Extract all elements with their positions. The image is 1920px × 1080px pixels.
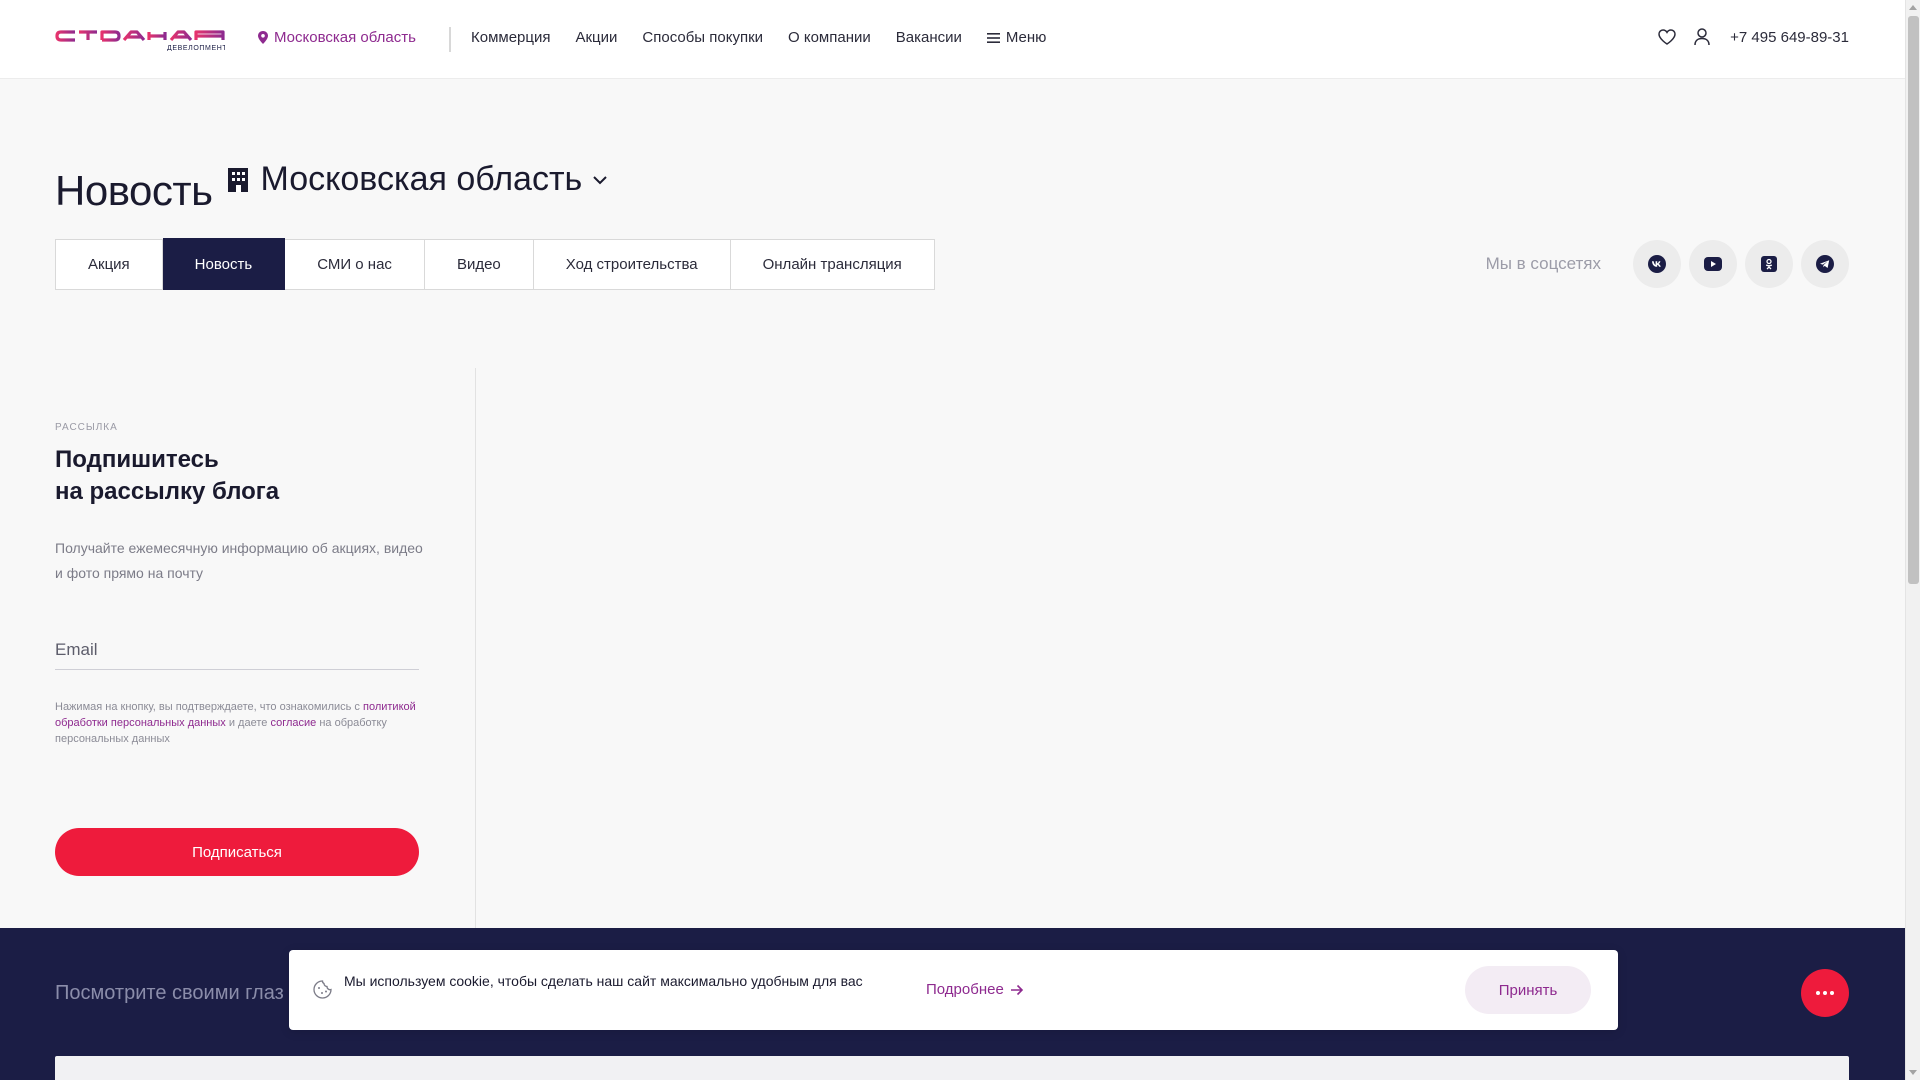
youtube-icon bbox=[1704, 257, 1722, 271]
nav-item-promotions[interactable]: Акции bbox=[575, 29, 617, 46]
dot-icon bbox=[1830, 991, 1834, 995]
newsletter-title-line2: на рассылку блога bbox=[55, 478, 280, 505]
newsletter-title-line1: Подпишитесь bbox=[55, 446, 219, 473]
phone-link[interactable]: +7 495 649-89-31 bbox=[1730, 29, 1849, 46]
scroll-thumb[interactable] bbox=[1908, 16, 1919, 584]
favorites-heart-icon[interactable] bbox=[1658, 29, 1676, 45]
tab-media[interactable]: СМИ о нас bbox=[285, 239, 425, 290]
location-pin-icon bbox=[258, 31, 268, 44]
telegram-link[interactable] bbox=[1801, 240, 1849, 288]
page-heading: Новость Московская область bbox=[55, 160, 608, 215]
svg-text:ДЕВЕЛОПМЕНТ: ДЕВЕЛОПМЕНТ bbox=[167, 45, 225, 51]
newsletter-description: Получайте ежемесячную информацию об акци… bbox=[55, 540, 423, 581]
menu-button[interactable]: Меню bbox=[986, 29, 1072, 46]
page-title: Новость bbox=[55, 167, 213, 214]
consent-link[interactable]: согласие bbox=[270, 717, 316, 729]
nav-item-vacancies[interactable]: Вакансии bbox=[896, 29, 962, 46]
odnoklassniki-link[interactable] bbox=[1745, 240, 1793, 288]
dot-icon bbox=[1816, 991, 1820, 995]
legal-prefix: Нажимая на кнопку, вы подтверждаете, что… bbox=[55, 701, 360, 713]
nav-item-purchase-methods[interactable]: Способы покупки bbox=[642, 29, 763, 46]
header-actions: +7 495 649-89-31 bbox=[1658, 28, 1849, 46]
odnoklassniki-icon bbox=[1761, 256, 1777, 272]
nav-item-about[interactable]: О компании bbox=[788, 29, 871, 46]
menu-label: Меню bbox=[1005, 29, 1047, 46]
user-profile-icon[interactable] bbox=[1694, 28, 1710, 46]
youtube-link[interactable] bbox=[1689, 240, 1737, 288]
tab-news[interactable]: Новость bbox=[162, 238, 286, 290]
cookie-banner: Мы используем cookie, чтобы сделать наш … bbox=[289, 950, 1618, 1030]
social-label: Мы в соцсетях bbox=[1485, 254, 1601, 273]
cookie-icon bbox=[313, 980, 332, 999]
social-links: Мы в соцсетях bbox=[1486, 240, 1849, 288]
tab-video[interactable]: Видео bbox=[424, 239, 534, 290]
building-icon bbox=[227, 167, 248, 192]
subscribe-button[interactable]: Подписаться bbox=[55, 828, 419, 876]
region-selector[interactable]: Московская область bbox=[258, 29, 416, 46]
header-divider bbox=[449, 27, 451, 52]
tab-live-stream[interactable]: Онлайн трансляция bbox=[730, 239, 935, 290]
newsletter-section: РАССЫЛКА Подпишитесь на рассылку блога П… bbox=[0, 368, 476, 928]
cookie-accept-button[interactable]: Принять bbox=[1465, 966, 1591, 1014]
region-label: Московская область bbox=[274, 29, 416, 46]
tab-promo[interactable]: Акция bbox=[55, 239, 163, 290]
vk-icon bbox=[1648, 255, 1666, 273]
legal-mid: и даете bbox=[228, 717, 268, 729]
category-tabs: Акция Новость СМИ о нас Видео Ход строит… bbox=[55, 238, 935, 290]
site-header: ДЕВЕЛОПМЕНТ Московская область Коммерция… bbox=[0, 0, 1905, 79]
more-options-button[interactable] bbox=[1801, 969, 1849, 1017]
telegram-icon bbox=[1816, 255, 1834, 273]
main-nav: Коммерция Акции Способы покупки О компан… bbox=[471, 29, 1096, 46]
nav-item-commerce[interactable]: Коммерция bbox=[471, 29, 550, 46]
hamburger-icon bbox=[986, 32, 1000, 43]
video-card bbox=[55, 1056, 1849, 1080]
chevron-down-icon bbox=[593, 175, 607, 184]
cookie-text: Мы используем cookie, чтобы сделать наш … bbox=[344, 973, 863, 989]
page: ДЕВЕЛОПМЕНТ Московская область Коммерция… bbox=[0, 0, 1905, 1080]
newsletter-kicker: РАССЫЛКА bbox=[55, 422, 118, 433]
scroll-up-arrow-icon[interactable] bbox=[1909, 5, 1917, 10]
cookie-more-label: Подробнее bbox=[926, 981, 1004, 998]
logo[interactable]: ДЕВЕЛОПМЕНТ bbox=[55, 29, 225, 51]
logo-icon: ДЕВЕЛОПМЕНТ bbox=[55, 30, 225, 51]
vk-link[interactable] bbox=[1633, 240, 1681, 288]
cookie-more-link[interactable]: Подробнее bbox=[926, 981, 1024, 998]
newsletter-title: Подпишитесь на рассылку блога bbox=[55, 444, 279, 508]
title-region-label: Московская область bbox=[260, 160, 583, 198]
email-field[interactable]: Email bbox=[55, 630, 419, 670]
title-region-selector[interactable]: Московская область bbox=[225, 160, 609, 199]
legal-notice: Нажимая на кнопку, вы подтверждаете, что… bbox=[55, 699, 425, 747]
scroll-down-arrow-icon[interactable] bbox=[1909, 1070, 1917, 1075]
tab-construction-progress[interactable]: Ход строительства bbox=[533, 239, 731, 290]
vertical-scrollbar[interactable] bbox=[1905, 0, 1920, 1080]
dot-icon bbox=[1823, 991, 1827, 995]
video-section-title: Посмотрите своими глаз bbox=[55, 982, 284, 1004]
arrow-right-icon bbox=[1010, 984, 1023, 995]
